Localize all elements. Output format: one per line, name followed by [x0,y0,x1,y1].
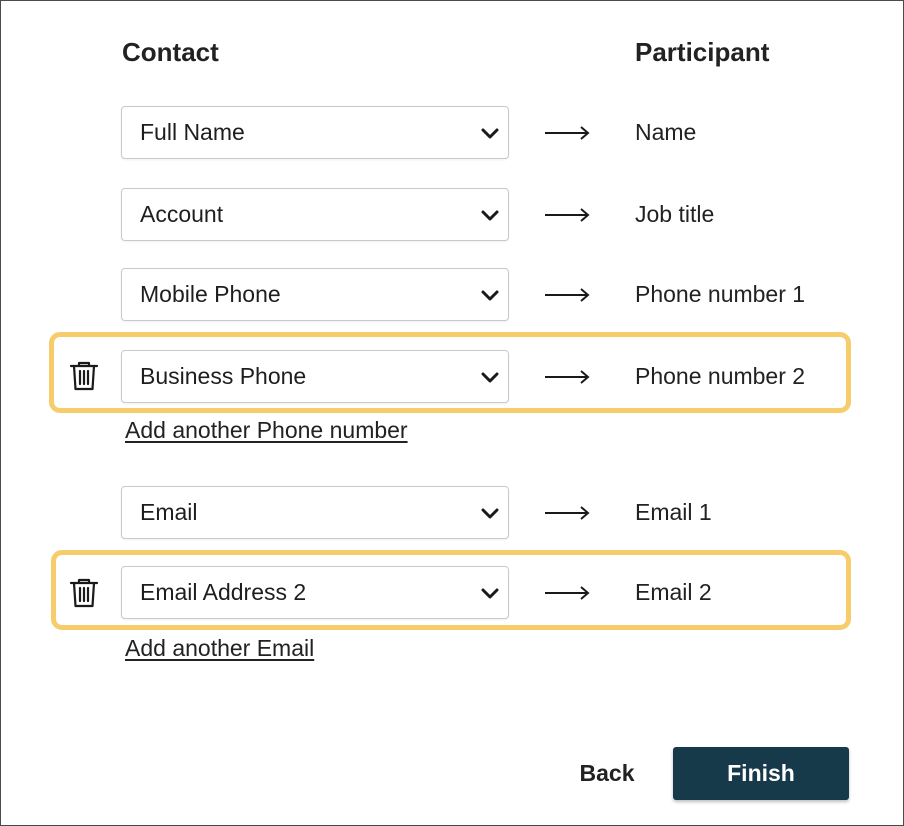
trash-icon[interactable] [69,577,99,609]
mapping-dialog: Contact Participant Full Name Name Accou… [0,0,904,826]
back-button[interactable]: Back [567,749,647,797]
chevron-down-icon [481,128,499,139]
contact-field-select-full-name[interactable]: Full Name [121,106,509,159]
contact-field-select-mobile-phone[interactable]: Mobile Phone [121,268,509,321]
chevron-down-icon [481,372,499,383]
contact-field-select-email-address-2[interactable]: Email Address 2 [121,566,509,619]
add-email-link[interactable]: Add another Email [125,635,314,662]
chevron-down-icon [481,290,499,301]
participant-field-name: Name [635,119,697,145]
arrow-right-icon [545,126,590,140]
participant-field-job-title: Job title [635,201,715,227]
participant-column-header: Participant [635,37,770,67]
participant-field-phone-number-2: Phone number 2 [635,363,806,389]
participant-field-email-2: Email 2 [635,579,712,605]
arrow-right-icon [545,586,590,600]
participant-field-phone-number-1: Phone number 1 [635,281,806,307]
contact-field-select-business-phone[interactable]: Business Phone [121,350,509,403]
contact-column-header: Contact [122,37,219,67]
contact-field-select-account[interactable]: Account [121,188,509,241]
select-value: Email Address 2 [140,579,307,605]
finish-button[interactable]: Finish [673,747,849,800]
participant-field-email-1: Email 1 [635,499,712,525]
arrow-right-icon [545,208,590,222]
arrow-right-icon [545,288,590,302]
chevron-down-icon [481,508,499,519]
add-phone-number-link[interactable]: Add another Phone number [125,417,408,444]
trash-icon[interactable] [69,360,99,392]
chevron-down-icon [481,588,499,599]
select-value: Mobile Phone [140,281,281,307]
chevron-down-icon [481,210,499,221]
select-value: Account [140,201,224,227]
select-value: Full Name [140,119,245,145]
arrow-right-icon [545,370,590,384]
select-value: Business Phone [140,363,307,389]
contact-field-select-email[interactable]: Email [121,486,509,539]
arrow-right-icon [545,506,590,520]
select-value: Email [140,499,198,525]
